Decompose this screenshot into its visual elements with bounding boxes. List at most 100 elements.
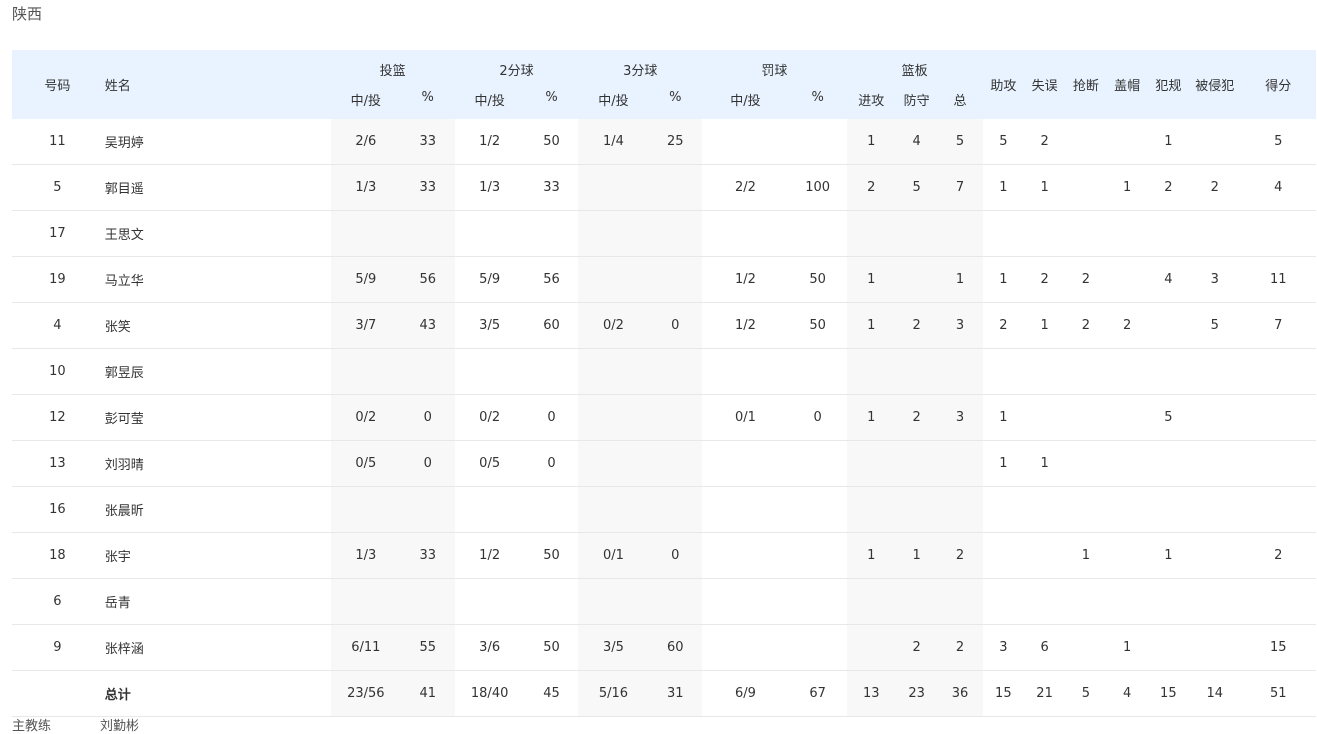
cell-two-made-att (454, 578, 525, 625)
team-title: 陕西 (12, 5, 43, 23)
cell-reb-def: 1 (896, 532, 938, 579)
cell-blk (1106, 210, 1148, 257)
cell-pf: 5 (1147, 394, 1189, 441)
cell-ft-made-att (702, 532, 789, 579)
cell-fg-pct (400, 210, 455, 257)
cell-two-made-att: 1/2 (454, 119, 525, 165)
cell-reb-off: 2 (846, 164, 897, 211)
cell-reb-tot (937, 578, 983, 625)
cell-two-pct: 56 (524, 256, 579, 303)
cell-to (1023, 486, 1066, 533)
table-row: 16 张晨昕 (12, 486, 1316, 533)
cell-pts (1240, 210, 1316, 257)
header-ft-pct: % (788, 83, 847, 119)
cell-fg-pct: 33 (400, 119, 455, 165)
cell-ft-made-att (702, 440, 789, 487)
cell-reb-def: 23 (896, 670, 938, 717)
cell-reb-off: 13 (846, 670, 897, 717)
cell-two-pct (524, 486, 579, 533)
cell-number: 10 (12, 348, 103, 395)
cell-ast (982, 348, 1024, 395)
cell-fg-pct (400, 486, 455, 533)
cell-name: 刘羽晴 (102, 440, 331, 487)
cell-number: 13 (12, 440, 103, 487)
cell-blk (1106, 532, 1148, 579)
cell-fg-made-att (330, 210, 401, 257)
cell-to (1023, 578, 1066, 625)
cell-blk (1106, 394, 1148, 441)
cell-three-made-att (578, 440, 649, 487)
cell-number: 18 (12, 532, 103, 579)
cell-fg-made-att: 23/56 (330, 670, 401, 717)
cell-reb-tot: 2 (937, 624, 983, 671)
cell-fg-made-att: 0/2 (330, 394, 401, 441)
cell-pf (1147, 440, 1189, 487)
header-reb-def: 防守 (896, 83, 938, 119)
cell-pts: 5 (1240, 119, 1316, 165)
cell-reb-off: 1 (846, 532, 897, 579)
cell-two-made-att: 5/9 (454, 256, 525, 303)
cell-two-pct: 50 (524, 624, 579, 671)
cell-number (12, 670, 103, 717)
cell-three-pct: 60 (648, 624, 703, 671)
cell-ft-pct (788, 486, 847, 533)
cell-pf: 4 (1147, 256, 1189, 303)
cell-name: 张宇 (102, 532, 331, 579)
cell-three-made-att: 3/5 (578, 624, 649, 671)
cell-number: 4 (12, 302, 103, 349)
cell-fg-made-att (330, 578, 401, 625)
cell-three-made-att (578, 348, 649, 395)
cell-fd (1188, 578, 1241, 625)
cell-fg-made-att: 1/3 (330, 532, 401, 579)
cell-two-pct: 60 (524, 302, 579, 349)
cell-ast: 5 (982, 119, 1024, 165)
cell-ast: 1 (982, 440, 1024, 487)
cell-two-pct: 50 (524, 119, 579, 165)
cell-reb-def: 2 (896, 394, 938, 441)
header-ast: 助攻 (982, 50, 1024, 119)
header-to: 失误 (1023, 50, 1066, 119)
cell-name: 总计 (102, 670, 331, 717)
cell-reb-tot: 7 (937, 164, 983, 211)
cell-two-made-att: 1/3 (454, 164, 525, 211)
cell-pts (1240, 440, 1316, 487)
header-fd: 被侵犯 (1188, 50, 1241, 119)
cell-fg-made-att: 1/3 (330, 164, 401, 211)
header-ft-made-att: 中/投 (702, 83, 789, 119)
header-three-pct: % (648, 83, 703, 119)
table-body: 11 吴玥婷 2/6 33 1/2 50 1/4 25 1 4 5 5 2 1 5 5 郭目遥 1/3 33 1/3 3… (12, 119, 1316, 717)
total-row: 总计 23/56 41 18/40 45 5/16 31 6/9 67 13 23 36 15 21 5 4 1… (12, 670, 1316, 717)
cell-pf: 2 (1147, 164, 1189, 211)
cell-stl: 1 (1065, 532, 1107, 579)
table-row: 10 郭昱辰 (12, 348, 1316, 395)
cell-three-pct (648, 164, 703, 211)
cell-reb-tot (937, 486, 983, 533)
cell-fd (1188, 119, 1241, 165)
cell-number: 11 (12, 119, 103, 165)
cell-three-made-att: 5/16 (578, 670, 649, 717)
cell-reb-tot: 1 (937, 256, 983, 303)
cell-reb-def (896, 256, 938, 303)
cell-fg-pct: 0 (400, 394, 455, 441)
cell-ft-pct (788, 578, 847, 625)
cell-pf (1147, 486, 1189, 533)
cell-fg-pct (400, 348, 455, 395)
cell-two-pct: 50 (524, 532, 579, 579)
cell-pts: 2 (1240, 532, 1316, 579)
cell-pts: 11 (1240, 256, 1316, 303)
cell-three-pct (648, 210, 703, 257)
header-two-made-att: 中/投 (454, 83, 525, 119)
cell-ft-pct (788, 624, 847, 671)
cell-two-pct (524, 348, 579, 395)
cell-ast (982, 210, 1024, 257)
cell-three-made-att (578, 210, 649, 257)
cell-reb-off (846, 210, 897, 257)
cell-two-pct (524, 210, 579, 257)
cell-stl (1065, 624, 1107, 671)
header-reb-off: 进攻 (846, 83, 897, 119)
table-row: 5 郭目遥 1/3 33 1/3 33 2/2 100 2 5 7 1 1 1 2 2 4 (12, 164, 1316, 211)
cell-pf (1147, 624, 1189, 671)
cell-to: 1 (1023, 164, 1066, 211)
cell-two-made-att: 1/2 (454, 532, 525, 579)
box-score-table: 号码 姓名 投篮 2分球 3分球 罚球 篮板 助攻 失误 抢断 盖帽 犯规 被侵… (12, 50, 1316, 717)
